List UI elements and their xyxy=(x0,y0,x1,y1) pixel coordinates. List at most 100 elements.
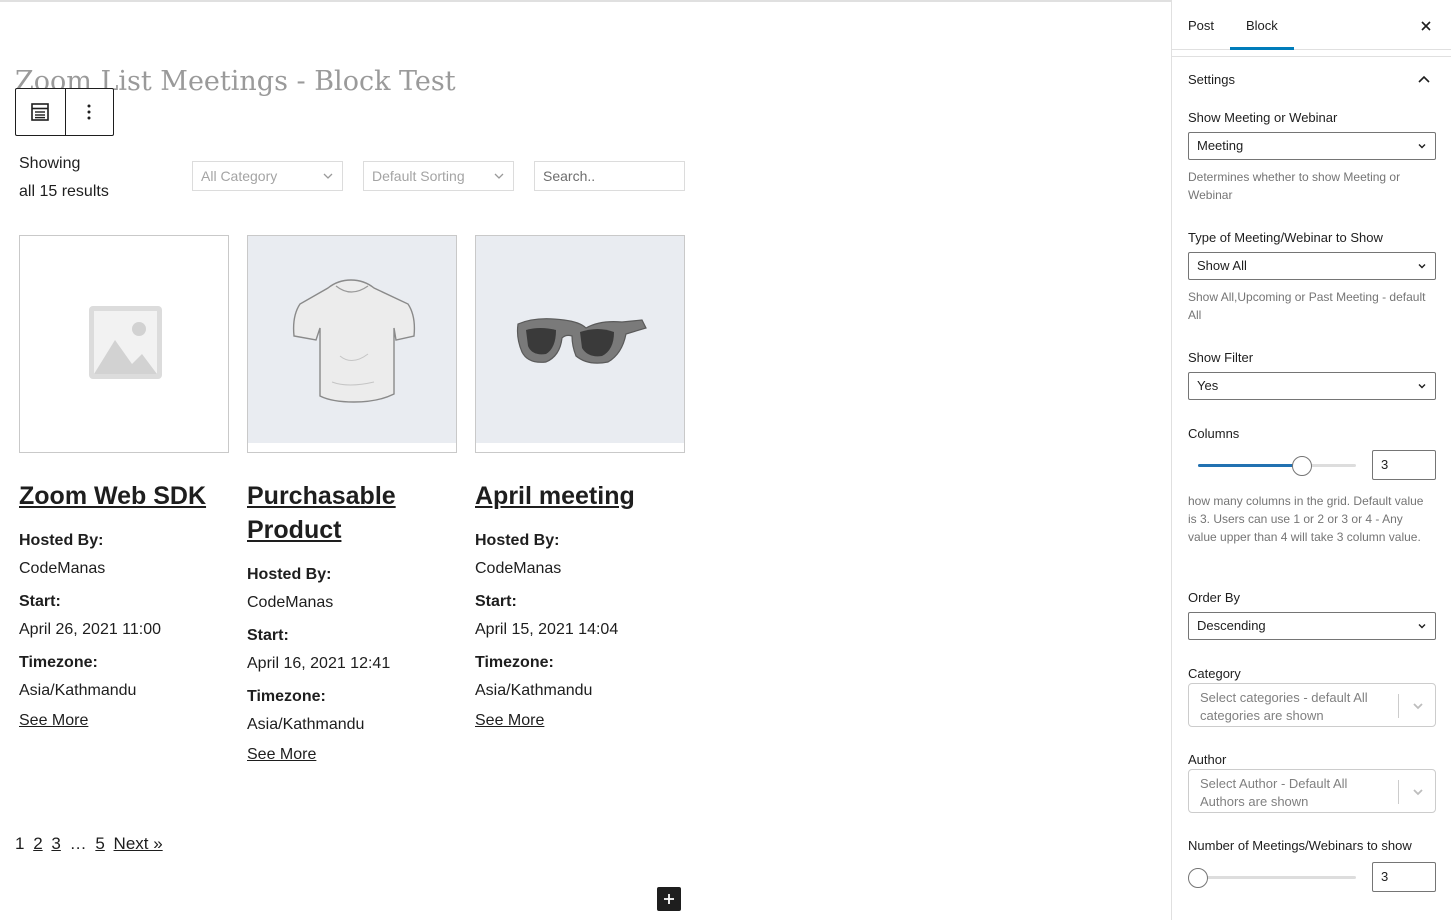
more-vertical-icon xyxy=(87,104,91,120)
chevron-down-icon[interactable] xyxy=(1411,785,1425,799)
category-filter-value: All Category xyxy=(201,168,278,184)
timezone-value: Asia/Kathmandu xyxy=(19,682,137,699)
meeting-type-label: Type of Meeting/Webinar to Show xyxy=(1188,230,1383,245)
close-icon xyxy=(1421,21,1431,31)
category-multiselect[interactable]: Select categories - default All categori… xyxy=(1188,683,1436,727)
chevron-up-icon[interactable] xyxy=(1417,72,1431,86)
page-link-2[interactable]: 2 xyxy=(33,834,42,853)
meeting-type-help: Show All,Upcoming or Past Meeting - defa… xyxy=(1188,290,1426,322)
chevron-down-icon xyxy=(1418,264,1426,269)
tab-block[interactable]: Block xyxy=(1230,2,1294,50)
columns-slider-track[interactable] xyxy=(1198,464,1356,467)
list-view-icon xyxy=(31,103,50,121)
t-shirt-image xyxy=(292,279,416,403)
sunglasses-image xyxy=(516,318,647,364)
meeting-type-value: Show All xyxy=(1197,258,1247,273)
columns-slider-thumb[interactable] xyxy=(1292,456,1312,476)
show-type-value: Meeting xyxy=(1197,138,1244,153)
next-page-link[interactable]: Next » xyxy=(114,834,163,853)
meeting-thumbnail[interactable] xyxy=(475,235,685,453)
meeting-title-link[interactable]: April meeting xyxy=(475,479,685,513)
show-filter-value: Yes xyxy=(1197,378,1219,393)
author-placeholder: Select Author - Default All Authors are … xyxy=(1200,776,1348,809)
start-label: Start: xyxy=(19,593,61,610)
pagination: 1 2 3 … 5 Next » xyxy=(15,834,167,854)
page-link-3[interactable]: 3 xyxy=(51,834,60,853)
meeting-title-link[interactable]: Zoom Web SDK xyxy=(19,479,229,513)
start-label: Start: xyxy=(475,593,517,610)
chevron-down-icon xyxy=(1418,384,1426,389)
results-count-line1: Showing xyxy=(19,155,81,172)
results-count-line2: all 15 results xyxy=(19,183,109,200)
list-view-button[interactable] xyxy=(16,89,65,135)
meeting-thumbnail[interactable] xyxy=(19,235,229,453)
category-placeholder: Select categories - default All categori… xyxy=(1200,690,1368,723)
search-input[interactable]: Search.. xyxy=(534,161,685,191)
sidebar-divider xyxy=(1172,51,1451,57)
settings-panel-title[interactable]: Settings xyxy=(1188,72,1235,87)
hosted-by-label: Hosted By: xyxy=(19,532,104,549)
show-filter-label: Show Filter xyxy=(1188,350,1254,365)
meeting-card: Zoom Web SDK Hosted By: CodeManas Start:… xyxy=(19,235,229,732)
author-multiselect[interactable]: Select Author - Default All Authors are … xyxy=(1188,769,1436,813)
count-label: Number of Meetings/Webinars to show xyxy=(1188,838,1412,853)
multiselect-separator xyxy=(1398,694,1399,718)
show-type-select[interactable]: Meeting xyxy=(1188,132,1436,160)
meeting-type-select[interactable]: Show All xyxy=(1188,252,1436,280)
meeting-card: Purchasable Product Hosted By: CodeManas… xyxy=(247,235,457,766)
category-filter-select[interactable]: All Category xyxy=(192,161,343,191)
tab-post[interactable]: Post xyxy=(1172,2,1230,50)
meeting-thumbnail[interactable] xyxy=(247,235,457,453)
chevron-down-icon xyxy=(1418,144,1426,149)
results-count: Showing all 15 results xyxy=(19,150,139,206)
count-slider-thumb[interactable] xyxy=(1188,868,1208,888)
editor-canvas: Zoom List Meetings - Block Test Showing … xyxy=(0,2,1171,920)
timezone-label: Timezone: xyxy=(19,654,98,671)
hosted-by-label: Hosted By: xyxy=(247,566,332,583)
timezone-value: Asia/Kathmandu xyxy=(247,716,365,733)
see-more-link[interactable]: See More xyxy=(247,744,457,766)
category-label: Category xyxy=(1188,666,1241,681)
add-block-button[interactable] xyxy=(657,887,681,911)
more-options-button[interactable] xyxy=(64,89,114,135)
columns-number-input[interactable]: 3 xyxy=(1372,450,1436,480)
count-slider-track[interactable] xyxy=(1198,876,1356,879)
block-toolbar xyxy=(15,88,114,136)
see-more-link[interactable]: See More xyxy=(475,710,685,732)
page-link-5[interactable]: 5 xyxy=(95,834,104,853)
chevron-down-icon xyxy=(323,173,333,179)
sorting-select[interactable]: Default Sorting xyxy=(363,161,514,191)
chevron-down-icon[interactable] xyxy=(1411,699,1425,713)
meeting-meta: Hosted By: CodeManas Start: April 16, 20… xyxy=(247,561,457,739)
show-filter-select[interactable]: Yes xyxy=(1188,372,1436,400)
show-type-label: Show Meeting or Webinar xyxy=(1188,110,1338,125)
columns-help: how many columns in the grid. Default va… xyxy=(1188,494,1424,544)
sorting-value: Default Sorting xyxy=(372,168,465,184)
settings-sidebar: Post Block Settings Show Meeting or Webi… xyxy=(1171,0,1451,920)
start-datetime: April 15, 2021 14:04 xyxy=(475,621,619,638)
order-by-select[interactable]: Descending xyxy=(1188,612,1436,640)
meeting-meta: Hosted By: CodeManas Start: April 26, 20… xyxy=(19,527,229,705)
timezone-value: Asia/Kathmandu xyxy=(475,682,593,699)
start-datetime: April 16, 2021 12:41 xyxy=(247,655,391,672)
count-number-input[interactable]: 3 xyxy=(1372,862,1436,892)
start-datetime: April 26, 2021 11:00 xyxy=(19,621,162,638)
host-name: CodeManas xyxy=(475,560,562,577)
author-label: Author xyxy=(1188,752,1227,767)
chevron-down-icon xyxy=(1418,624,1426,629)
close-sidebar-button[interactable] xyxy=(1416,16,1436,36)
order-by-label: Order By xyxy=(1188,590,1241,605)
plus-icon xyxy=(664,894,674,904)
order-by-value: Descending xyxy=(1197,618,1266,633)
columns-label: Columns xyxy=(1188,426,1240,441)
multiselect-separator xyxy=(1398,780,1399,804)
meeting-meta: Hosted By: CodeManas Start: April 15, 20… xyxy=(475,527,685,705)
sidebar-tabs: Post Block xyxy=(1172,2,1451,50)
see-more-link[interactable]: See More xyxy=(19,710,229,732)
meeting-card: April meeting Hosted By: CodeManas Start… xyxy=(475,235,685,732)
start-label: Start: xyxy=(247,627,289,644)
meeting-title-link[interactable]: Purchasable Product xyxy=(247,479,457,547)
chevron-down-icon xyxy=(494,173,504,179)
search-placeholder: Search.. xyxy=(543,168,596,184)
columns-slider-fill xyxy=(1198,464,1302,467)
